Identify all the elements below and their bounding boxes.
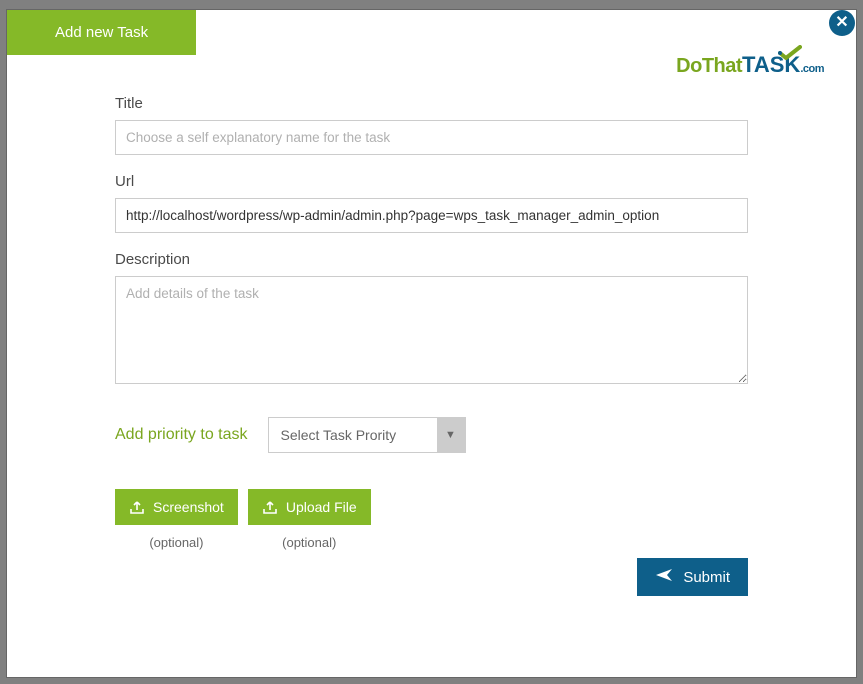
upload-optional: (optional) xyxy=(248,535,371,550)
submit-button-label: Submit xyxy=(683,569,730,586)
brand-logo: DoThatTASK.com xyxy=(676,52,824,78)
chevron-down-icon: ▼ xyxy=(437,418,465,452)
upload-file-col: Upload File (optional) xyxy=(248,489,371,550)
checkmark-icon xyxy=(778,44,802,67)
screenshot-optional: (optional) xyxy=(115,535,238,550)
priority-select[interactable]: Select Task Prority ▼ xyxy=(268,417,466,453)
send-icon xyxy=(655,568,673,586)
submit-row: Submit xyxy=(115,558,748,596)
add-task-modal: Add new Task DoThatTASK.com Title Url De… xyxy=(6,9,857,678)
screenshot-col: Screenshot (optional) xyxy=(115,489,238,550)
url-field: Url xyxy=(115,173,748,233)
description-field: Description xyxy=(115,251,748,389)
description-input[interactable] xyxy=(115,276,748,384)
close-button[interactable]: ✕ xyxy=(829,10,855,36)
url-input[interactable] xyxy=(115,198,748,233)
close-icon: ✕ xyxy=(835,15,848,31)
logo-do: Do xyxy=(676,55,702,77)
logo-com: .com xyxy=(800,63,824,75)
title-input[interactable] xyxy=(115,120,748,155)
modal-title: Add new Task xyxy=(55,24,148,41)
upload-file-button[interactable]: Upload File xyxy=(248,489,371,525)
title-label: Title xyxy=(115,95,748,112)
screenshot-button-label: Screenshot xyxy=(153,499,224,515)
priority-label: Add priority to task xyxy=(115,426,248,444)
priority-row: Add priority to task Select Task Prority… xyxy=(115,417,748,453)
form-body: Title Url Description Add priority to ta… xyxy=(7,55,856,616)
logo-that: That xyxy=(702,55,742,77)
url-label: Url xyxy=(115,173,748,190)
upload-file-button-label: Upload File xyxy=(286,499,357,515)
upload-row: Screenshot (optional) Upload File (optio… xyxy=(115,489,748,550)
priority-selected-text: Select Task Prority xyxy=(269,418,437,452)
screenshot-button[interactable]: Screenshot xyxy=(115,489,238,525)
description-label: Description xyxy=(115,251,748,268)
upload-icon xyxy=(262,499,278,515)
upload-icon xyxy=(129,499,145,515)
title-field: Title xyxy=(115,95,748,155)
submit-button[interactable]: Submit xyxy=(637,558,748,596)
modal-tab-header: Add new Task xyxy=(7,10,196,55)
